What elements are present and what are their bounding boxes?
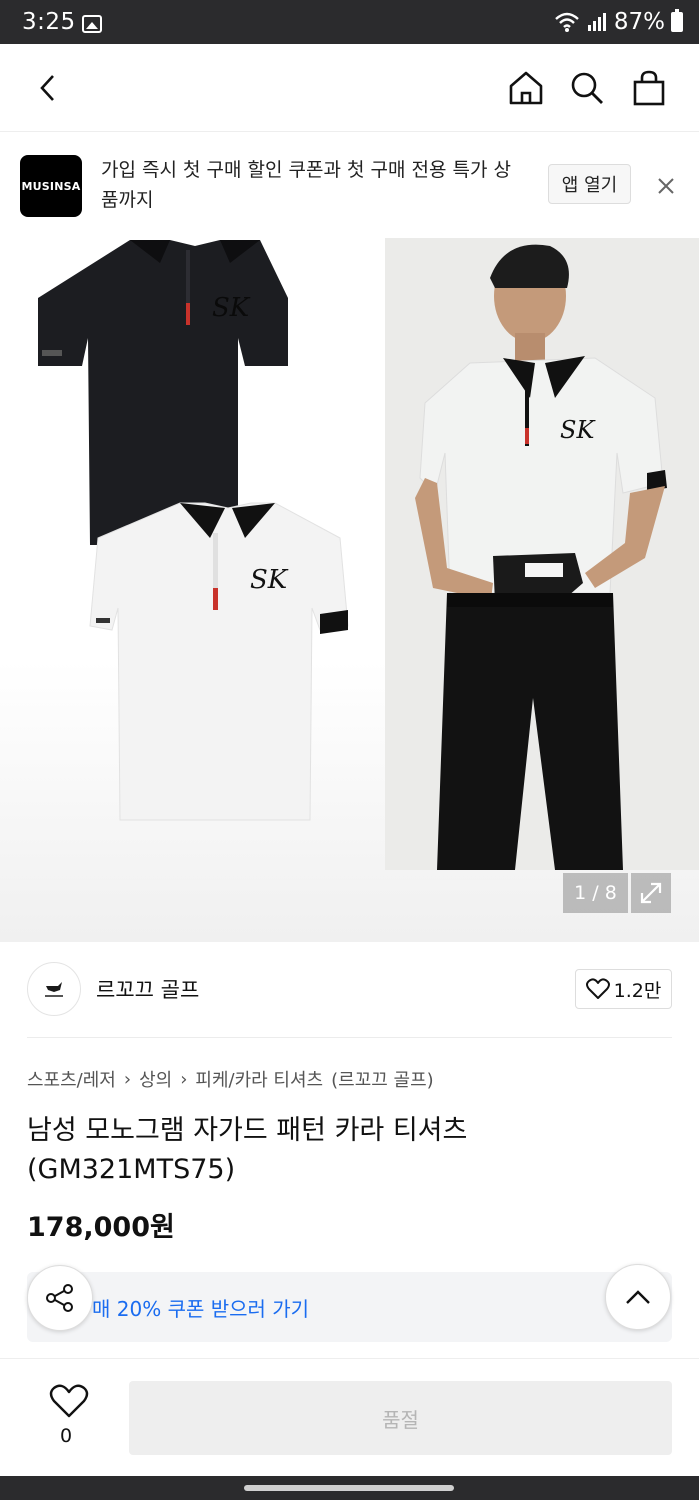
open-app-button[interactable]: 앱 열기	[548, 164, 631, 204]
wifi-icon	[555, 12, 579, 32]
brand-like-count: 1.2만	[613, 979, 662, 1002]
home-gesture-handle[interactable]	[244, 1485, 454, 1491]
section-divider	[27, 1037, 672, 1038]
product-image-model: SK	[385, 238, 699, 870]
rooster-logo-icon	[45, 982, 63, 997]
status-time: 3:25	[22, 9, 76, 35]
home-icon	[509, 71, 543, 105]
expand-image-button[interactable]	[631, 873, 671, 913]
breadcrumb: 스포츠/레저 › 상의 › 피케/카라 티셔츠 (르꼬끄 골프)	[27, 1066, 434, 1092]
signal-icon	[587, 13, 606, 31]
back-button[interactable]	[28, 68, 68, 108]
expand-icon	[640, 882, 662, 904]
gallery-notification-icon	[82, 15, 102, 33]
brand-row: 르꼬끄 골프 1.2만	[0, 942, 699, 1037]
product-title: 남성 모노그램 자가드 패턴 카라 티셔츠 (GM321MTS75)	[27, 1115, 468, 1185]
home-button[interactable]	[506, 68, 546, 108]
search-icon	[571, 72, 603, 104]
sold-out-button[interactable]: 품절	[129, 1381, 672, 1455]
battery-icon	[671, 9, 683, 32]
coupon-text[interactable]: 매 20% 쿠폰 받으러 가기	[92, 1293, 309, 1322]
breadcrumb-item-polo[interactable]: 피케/카라 티셔츠	[195, 1066, 323, 1092]
scroll-top-button[interactable]	[605, 1264, 671, 1330]
breadcrumb-brand[interactable]: (르꼬끄 골프)	[331, 1066, 434, 1092]
product-price: 178,000원	[27, 1212, 175, 1243]
brand-like-button[interactable]: 1.2만	[575, 969, 672, 1009]
wishlist-count: 0	[60, 1425, 73, 1447]
system-navigation-bar	[0, 1476, 699, 1500]
svg-text:SK: SK	[250, 565, 289, 595]
chevron-left-icon	[40, 75, 54, 101]
share-icon	[46, 1284, 73, 1312]
brand-logo[interactable]	[27, 962, 81, 1016]
close-icon	[658, 178, 674, 194]
battery-percent: 87%	[613, 9, 665, 35]
product-image-shirts: SK SK	[38, 240, 349, 821]
breadcrumb-item-sports[interactable]: 스포츠/레저	[27, 1066, 116, 1092]
chevron-right-icon: ›	[180, 1068, 188, 1090]
brand-name[interactable]: 르꼬끄 골프	[96, 974, 199, 1004]
search-button[interactable]	[567, 68, 607, 108]
cart-button[interactable]	[629, 68, 669, 108]
status-indicators: 87%	[554, 9, 683, 35]
chevron-up-icon	[626, 1290, 650, 1304]
top-navigation	[0, 44, 699, 132]
svg-text:SK: SK	[212, 293, 251, 323]
chevron-right-icon: ›	[123, 1068, 132, 1090]
status-bar: 3:25 87%	[0, 0, 699, 44]
wishlist-button[interactable]	[49, 1383, 89, 1419]
heart-icon	[585, 978, 610, 999]
banner-message: 가입 즉시 첫 구매 할인 쿠폰과 첫 구매 전용 특가 상품까지	[101, 159, 511, 211]
shopping-bag-icon	[633, 70, 665, 106]
musinsa-logo: MUSINSA	[20, 155, 82, 217]
bottom-action-bar: 0 품절	[0, 1358, 699, 1476]
gallery-page-indicator: 1 / 8	[563, 873, 628, 913]
svg-text:SK: SK	[560, 416, 596, 444]
heart-icon	[49, 1384, 89, 1418]
app-install-banner: MUSINSA 가입 즉시 첫 구매 할인 쿠폰과 첫 구매 전용 특가 상품까…	[0, 133, 699, 238]
product-image-gallery[interactable]: SK SK SK 1 / 8	[0, 238, 699, 942]
breadcrumb-item-top[interactable]: 상의	[139, 1066, 172, 1092]
share-button[interactable]	[27, 1265, 93, 1331]
close-banner-button[interactable]	[652, 172, 680, 200]
